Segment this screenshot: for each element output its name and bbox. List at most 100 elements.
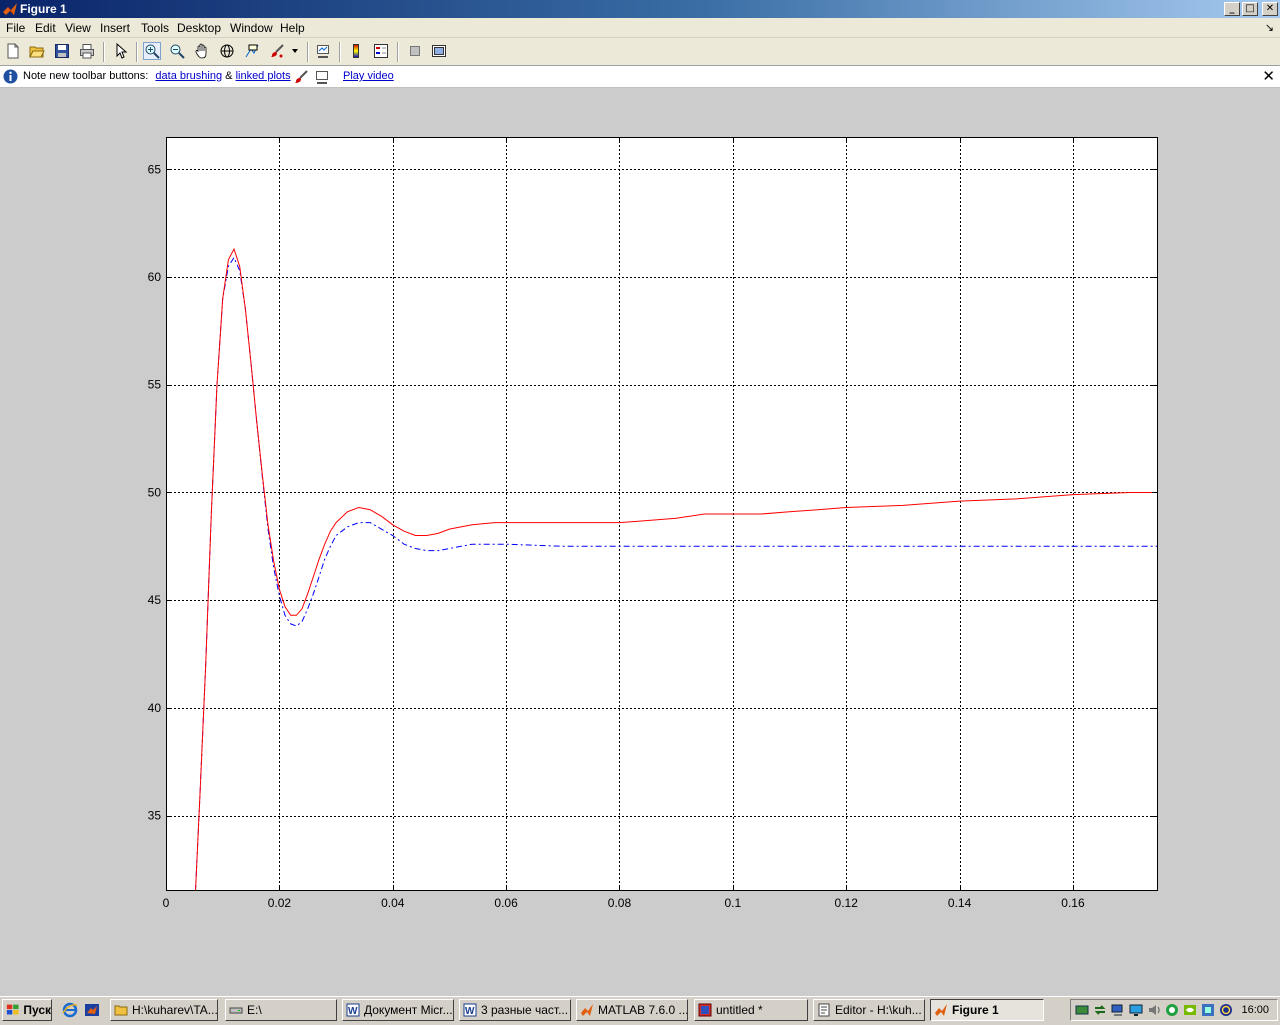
data-brushing-icon[interactable] (268, 42, 286, 60)
colorbar-icon[interactable] (347, 42, 365, 60)
rotate-3d-icon[interactable] (218, 42, 236, 60)
window-controls: _ □ ✕ (1224, 2, 1278, 16)
print-icon[interactable] (78, 42, 96, 60)
dock-arrow-icon[interactable]: ↘ (1265, 21, 1274, 34)
x-tick-label: 0.12 (835, 896, 859, 910)
nvidia-icon[interactable] (1183, 1003, 1197, 1017)
x-tick-label: 0.08 (608, 896, 632, 910)
show-plot-tools-icon[interactable] (430, 42, 448, 60)
title-bar: Figure 1 _ □ ✕ (0, 0, 1280, 18)
hide-plot-tools-icon[interactable] (406, 42, 424, 60)
task-label: H:\kuharev\TA... (132, 1003, 218, 1017)
menu-desktop[interactable]: Desktop (177, 21, 221, 35)
task-word-document[interactable]: W Документ Micr... (342, 999, 454, 1021)
select-arrow-icon[interactable] (112, 42, 130, 60)
zoom-in-icon[interactable] (143, 42, 161, 60)
minimize-button[interactable]: _ (1224, 2, 1240, 16)
task-word-3-parts[interactable]: W 3 разные част... (459, 999, 571, 1021)
menu-view[interactable]: View (65, 21, 91, 35)
data-cursor-icon[interactable] (243, 42, 261, 60)
linked-plots-link[interactable]: linked plots (236, 70, 291, 82)
disc-icon[interactable] (1219, 1003, 1233, 1017)
menu-file[interactable]: File (6, 21, 25, 35)
start-button[interactable]: Пуск (2, 999, 52, 1021)
open-file-icon[interactable] (28, 42, 46, 60)
y-tick-label: 40 (148, 701, 162, 715)
word-icon: W (346, 1003, 360, 1017)
menu-tools[interactable]: Tools (141, 21, 169, 35)
brushing-dropdown-icon[interactable] (289, 42, 301, 60)
menu-bar: File Edit View Insert Tools Desktop Wind… (0, 18, 1280, 38)
y-tick-label: 65 (148, 162, 162, 176)
task-editor[interactable]: Editor - H:\kuh... (813, 999, 925, 1021)
menu-window[interactable]: Window (230, 21, 273, 35)
x-tick-label: 0.16 (1061, 896, 1085, 910)
network-monitor-icon[interactable] (1111, 1003, 1125, 1017)
connection-icon[interactable] (1201, 1003, 1215, 1017)
x-tick-label: 0.06 (494, 896, 518, 910)
matlab-icon (935, 1004, 947, 1016)
clock: 16:00 (1241, 1004, 1269, 1016)
zoom-out-icon[interactable] (168, 42, 186, 60)
close-infobar-icon[interactable]: ✕ (1262, 67, 1275, 85)
internet-explorer-icon[interactable] (62, 1002, 78, 1018)
info-note: Note new toolbar buttons: data brushing … (23, 70, 291, 82)
y-tick-label: 60 (148, 270, 162, 284)
start-label: Пуск (23, 1003, 51, 1017)
x-tick-label: 0.14 (948, 896, 972, 910)
toolbar-separator (307, 42, 309, 62)
x-tick-label: 0.1 (725, 896, 742, 910)
pan-hand-icon[interactable] (193, 42, 211, 60)
toolbar-separator (339, 42, 341, 62)
task-folder-kuharev[interactable]: H:\kuharev\TA... (110, 999, 218, 1021)
drive-icon (229, 1007, 243, 1014)
info-bar: Note new toolbar buttons: data brushing … (0, 66, 1280, 88)
linked-plot-small-icon (316, 71, 328, 84)
word-icon: W (463, 1003, 477, 1017)
antivirus-icon[interactable] (1165, 1003, 1179, 1017)
toolbar-separator (397, 42, 399, 62)
keyboard-layout-icon[interactable] (1075, 1003, 1089, 1017)
task-matlab[interactable]: MATLAB 7.6.0 ... (576, 999, 688, 1021)
x-tick-label: 0.04 (381, 896, 405, 910)
volume-icon[interactable] (1147, 1003, 1161, 1017)
windows-logo-icon (6, 1004, 19, 1015)
y-tick-label: 45 (148, 593, 162, 607)
task-figure-1[interactable]: Figure 1 (930, 999, 1044, 1021)
brush-small-icon (295, 70, 308, 83)
task-label: MATLAB 7.6.0 ... (598, 1003, 688, 1017)
play-video-link[interactable]: Play video (343, 70, 394, 82)
menu-insert[interactable]: Insert (100, 21, 130, 35)
task-label: 3 разные част... (481, 1003, 569, 1017)
legend-icon[interactable] (372, 42, 390, 60)
info-amp: & (225, 70, 233, 82)
info-note-text: Note new toolbar buttons: (23, 70, 149, 82)
task-label: Figure 1 (952, 1003, 999, 1017)
task-simulink-untitled[interactable]: untitled * (694, 999, 808, 1021)
y-tick-label: 50 (148, 485, 162, 499)
figure-canvas: 0 0.02 0.04 0.06 0.08 0.1 0.12 0.14 0.16 35 40 45 50… (148, 137, 1158, 910)
task-drive-e[interactable]: E:\ (225, 999, 337, 1021)
quick-launch-matlab-icon[interactable] (84, 1002, 100, 1018)
simulink-icon (698, 1003, 712, 1017)
window-title: Figure 1 (20, 2, 67, 16)
x-tick-label: 0.02 (268, 896, 292, 910)
close-button[interactable]: ✕ (1262, 2, 1278, 16)
task-label: E:\ (247, 1003, 262, 1017)
save-icon[interactable] (53, 42, 71, 60)
taskbar: Пуск H:\kuharev\TA... E:\ W Документ Mic… (0, 996, 1280, 1025)
link-plot-icon[interactable] (314, 42, 332, 60)
toolbar-separator (103, 42, 105, 62)
menu-edit[interactable]: Edit (35, 21, 56, 35)
axes-background[interactable] (166, 137, 1158, 891)
menu-help[interactable]: Help (280, 21, 305, 35)
system-tray: 16:00 (1070, 999, 1278, 1021)
task-label: untitled * (716, 1003, 763, 1017)
display-icon[interactable] (1129, 1003, 1143, 1017)
new-figure-icon[interactable] (4, 42, 22, 60)
maximize-button[interactable]: □ (1242, 2, 1258, 16)
editor-icon (818, 1003, 830, 1017)
network-transfer-icon[interactable] (1093, 1003, 1107, 1017)
data-brushing-link[interactable]: data brushing (155, 70, 222, 82)
task-label: Editor - H:\kuh... (835, 1003, 922, 1017)
